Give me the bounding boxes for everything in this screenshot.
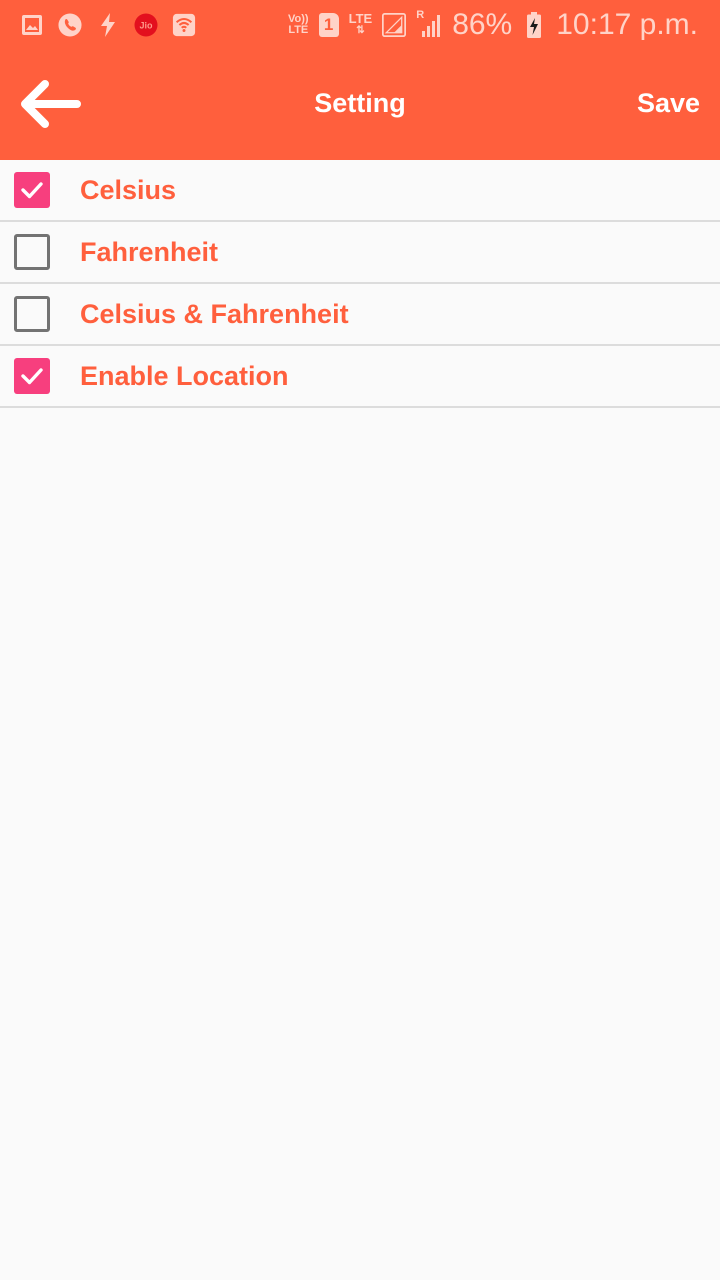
clock: 10:17 p.m. [556,8,698,41]
fahrenheit-checkbox[interactable] [14,234,50,270]
phone-call-icon [58,13,82,37]
battery-charging-icon [522,12,546,38]
page-title: Setting [314,88,406,118]
setting-label-celsius-and-fahrenheit: Celsius & Fahrenheit [80,298,349,329]
setting-label-fahrenheit: Fahrenheit [80,236,219,267]
celsius-and-fahrenheit-checkbox[interactable] [14,296,50,332]
setting-row-enable-location[interactable]: Enable Location [0,346,720,408]
jio-icon: Jio [134,13,158,37]
lte-label: LTE [348,11,373,26]
wifi-icon [172,13,196,37]
sim-slot-label: 1 [323,15,334,34]
setting-label-enable-location: Enable Location [80,360,289,391]
setting-row-celsius-and-fahrenheit[interactable]: Celsius & Fahrenheit [0,284,720,346]
lte-icon: LTE ⇅ [348,11,373,36]
battery-percent: 86% [452,8,513,41]
app-bar: Setting Save [0,50,720,160]
check-icon [21,182,43,199]
status-bar: Jio Vo)) LTE 1 LTE ⇅ R 86% 10:17 p.m. [0,0,720,50]
signal-icon [382,13,407,37]
save-button[interactable]: Save [637,88,700,119]
sim-1-icon: 1 [318,13,339,37]
setting-row-celsius[interactable]: Celsius [0,160,720,222]
flash-icon [96,13,120,37]
status-bar-system: Vo)) LTE 1 LTE ⇅ R 86% 10:17 p.m. [288,8,720,42]
setting-label-celsius: Celsius [80,174,177,205]
jio-label: Jio [139,21,153,31]
enable-location-checkbox[interactable] [14,358,50,394]
volte-icon: Vo)) LTE [288,14,309,36]
check-icon [21,368,43,385]
volte-bottom-label: LTE [288,24,309,36]
setting-row-fahrenheit[interactable]: Fahrenheit [0,222,720,284]
settings-list: Celsius Fahrenheit Celsius & Fahrenheit … [0,160,720,408]
gallery-icon [20,13,44,37]
celsius-checkbox[interactable] [14,172,50,208]
roaming-signal-icon: R [416,9,442,39]
status-bar-notifications: Jio [0,13,196,37]
